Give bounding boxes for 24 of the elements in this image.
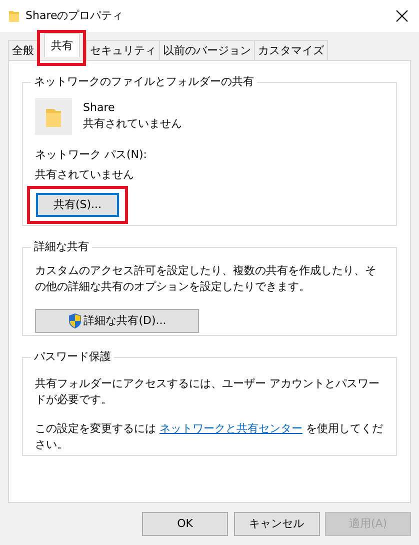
window-title: Shareのプロパティ [26,8,124,24]
group-title: ネットワークのファイルとフォルダーの共有 [33,75,255,89]
group-title: パスワード保護 [33,350,112,364]
description-text: 共有フォルダーにアクセスするには、ユーザー アカウントとパスワードが必要です。 [35,376,380,408]
path-value: 共有されていません [35,167,135,184]
tab[interactable]: 共有 [44,33,80,57]
tab[interactable]: 全般 [8,40,38,60]
advanced-sharing-button[interactable]: 詳細な共有(D)... [35,308,199,333]
folder-name: Share [83,100,116,116]
folder-icon [8,9,20,23]
share-button[interactable]: 共有(S)... [36,192,119,217]
dialog-button[interactable]: OK [142,512,228,536]
dialog-button[interactable]: キャンセル [234,512,320,536]
folder-icon [35,98,72,135]
tab[interactable]: セキュリティ [86,40,160,60]
description-text: カスタムのアクセス許可を設定したり、複数の共有を作成したり、その他の詳細な共有のオプションを設定したりできます。 [35,262,377,295]
path-label: ネットワーク パス(N): [35,146,148,163]
network-center-link[interactable]: ネットワークと共有センター [160,422,302,434]
group-title: 詳細な共有 [33,240,90,254]
tab[interactable]: カスタマイズ [254,40,328,60]
instruction-text: この設定を変更するには ネットワークと共有センター を使用してください。 [35,420,384,452]
shield-icon [68,312,82,329]
share-status: 共有されていません [83,116,182,132]
close-icon[interactable] [396,10,408,22]
